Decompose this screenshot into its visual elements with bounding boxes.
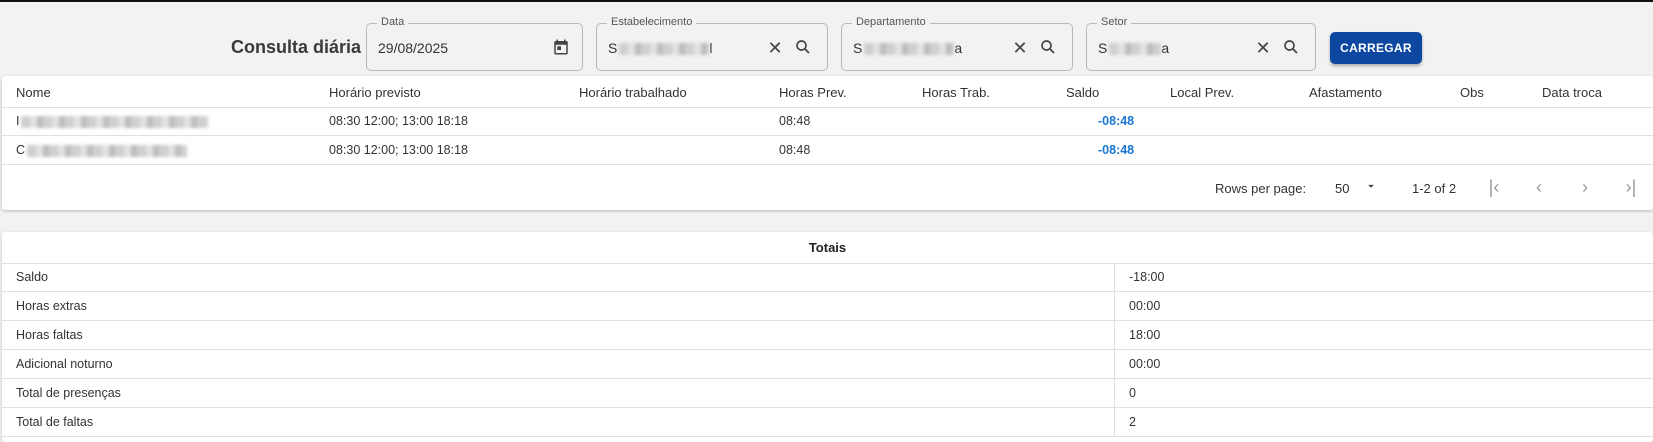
column-header[interactable]: Local Prev. xyxy=(1170,85,1234,100)
totals-label: Total de faltas xyxy=(16,415,94,429)
chevron-down-icon[interactable] xyxy=(1364,179,1378,196)
column-header[interactable]: Data troca xyxy=(1542,85,1602,100)
filter-toolbar: Consulta diária Data 29/08/2025 Estabele… xyxy=(0,2,1653,74)
establishment-field-label: Estabelecimento xyxy=(607,16,697,28)
totals-row: Total de faltas 2 xyxy=(2,408,1653,437)
totals-value: 18:00 xyxy=(1129,328,1161,342)
redacted-text xyxy=(27,144,188,157)
totals-row: Adicional noturno 00:00 xyxy=(2,350,1653,379)
column-divider xyxy=(1114,350,1115,378)
totals-value: 00:00 xyxy=(1129,299,1161,313)
search-icon[interactable] xyxy=(793,38,813,58)
rows-per-page-select[interactable]: 50 xyxy=(1335,181,1349,196)
sector-field[interactable]: Setor Sa ✕ xyxy=(1086,16,1316,71)
column-header[interactable]: Saldo xyxy=(1066,85,1099,100)
totals-value: 0 xyxy=(1129,386,1136,400)
column-divider xyxy=(1114,321,1115,349)
totals-row: Horas faltas 18:00 xyxy=(2,321,1653,350)
redacted-text xyxy=(619,43,710,56)
department-field-label: Departamento xyxy=(852,16,930,28)
totals-row: Total de presenças 0 xyxy=(2,379,1653,408)
balance-value: -08:48 xyxy=(1098,114,1135,128)
employee-name: C xyxy=(16,143,188,157)
column-divider xyxy=(1114,292,1115,320)
sector-suffix: a xyxy=(1161,40,1170,56)
column-header[interactable]: Horário previsto xyxy=(329,85,421,100)
column-header[interactable]: Obs xyxy=(1460,85,1484,100)
totals-title: Totais xyxy=(2,232,1653,264)
column-divider xyxy=(1114,408,1115,436)
totals-label: Total de presenças xyxy=(16,386,121,400)
date-field-label: Data xyxy=(377,16,409,28)
pagination-range: 1-2 of 2 xyxy=(1412,181,1457,196)
clear-icon[interactable]: ✕ xyxy=(1010,38,1030,58)
redacted-text xyxy=(1109,43,1162,56)
employee-name: I xyxy=(16,114,210,128)
column-header[interactable]: Afastamento xyxy=(1309,85,1382,100)
table-header: Nome Horário previsto Horário trabalhado… xyxy=(2,76,1653,108)
balance-value: -08:48 xyxy=(1098,143,1135,157)
totals-value: 2 xyxy=(1129,415,1136,429)
date-field[interactable]: Data 29/08/2025 xyxy=(366,16,583,71)
sector-field-label: Setor xyxy=(1097,16,1132,28)
table-row[interactable]: I 08:30 12:00; 13:00 18:18 08:48 -08:48 xyxy=(2,107,1653,136)
table-pagination: Rows per page: 50 1-2 of 2 |‹ ‹ › ›| xyxy=(2,175,1653,205)
column-divider xyxy=(1114,379,1115,407)
column-divider xyxy=(1114,263,1115,291)
totals-label: Horas faltas xyxy=(16,328,83,342)
rows-per-page-label: Rows per page: xyxy=(1215,181,1307,196)
totals-card: Totais Saldo -18:00 Horas extras 00:00 H… xyxy=(2,232,1653,442)
totals-label: Saldo xyxy=(16,270,48,284)
establishment-field[interactable]: Estabelecimento Sl ✕ xyxy=(596,16,828,71)
redacted-text xyxy=(21,115,210,128)
clear-icon[interactable]: ✕ xyxy=(765,38,785,58)
clear-icon[interactable]: ✕ xyxy=(1253,38,1273,58)
totals-row: Horas extras 00:00 xyxy=(2,292,1653,321)
sector-field-value[interactable]: Sa xyxy=(1098,40,1169,56)
sector-prefix: S xyxy=(1098,40,1108,56)
totals-value: 00:00 xyxy=(1129,357,1161,371)
search-icon[interactable] xyxy=(1038,38,1058,58)
name-prefix: I xyxy=(16,114,20,128)
search-icon[interactable] xyxy=(1281,38,1301,58)
column-header[interactable]: Horas Trab. xyxy=(922,85,990,100)
establishment-field-value[interactable]: Sl xyxy=(608,40,712,56)
establishment-prefix: S xyxy=(608,40,618,56)
column-header[interactable]: Horário trabalhado xyxy=(579,85,687,100)
last-page-icon[interactable]: ›| xyxy=(1620,177,1642,198)
department-field[interactable]: Departamento Sa ✕ xyxy=(841,16,1073,71)
planned-hours: 08:48 xyxy=(779,143,811,157)
page-title: Consulta diária xyxy=(231,37,362,57)
totals-label: Horas extras xyxy=(16,299,87,313)
redacted-text xyxy=(864,43,955,56)
establishment-suffix: l xyxy=(709,40,713,56)
column-header[interactable]: Nome xyxy=(16,85,51,100)
name-prefix: C xyxy=(16,143,26,157)
next-page-icon[interactable]: › xyxy=(1574,177,1596,198)
daily-table-card: Nome Horário previsto Horário trabalhado… xyxy=(2,76,1653,210)
calendar-icon[interactable] xyxy=(551,38,571,58)
previous-page-icon[interactable]: ‹ xyxy=(1528,177,1550,198)
planned-hours: 08:48 xyxy=(779,114,811,128)
totals-value: -18:00 xyxy=(1129,270,1165,284)
scheduled-hours: 08:30 12:00; 13:00 18:18 xyxy=(329,143,469,157)
first-page-icon[interactable]: |‹ xyxy=(1483,177,1505,198)
column-header[interactable]: Horas Prev. xyxy=(779,85,847,100)
scheduled-hours: 08:30 12:00; 13:00 18:18 xyxy=(329,114,469,128)
department-suffix: a xyxy=(954,40,963,56)
date-field-value[interactable]: 29/08/2025 xyxy=(378,40,448,56)
totals-row: Saldo -18:00 xyxy=(2,263,1653,292)
table-row[interactable]: C 08:30 12:00; 13:00 18:18 08:48 -08:48 xyxy=(2,136,1653,165)
totals-label: Adicional noturno xyxy=(16,357,113,371)
department-prefix: S xyxy=(853,40,863,56)
department-field-value[interactable]: Sa xyxy=(853,40,962,56)
load-button[interactable]: CARREGAR xyxy=(1330,32,1422,64)
